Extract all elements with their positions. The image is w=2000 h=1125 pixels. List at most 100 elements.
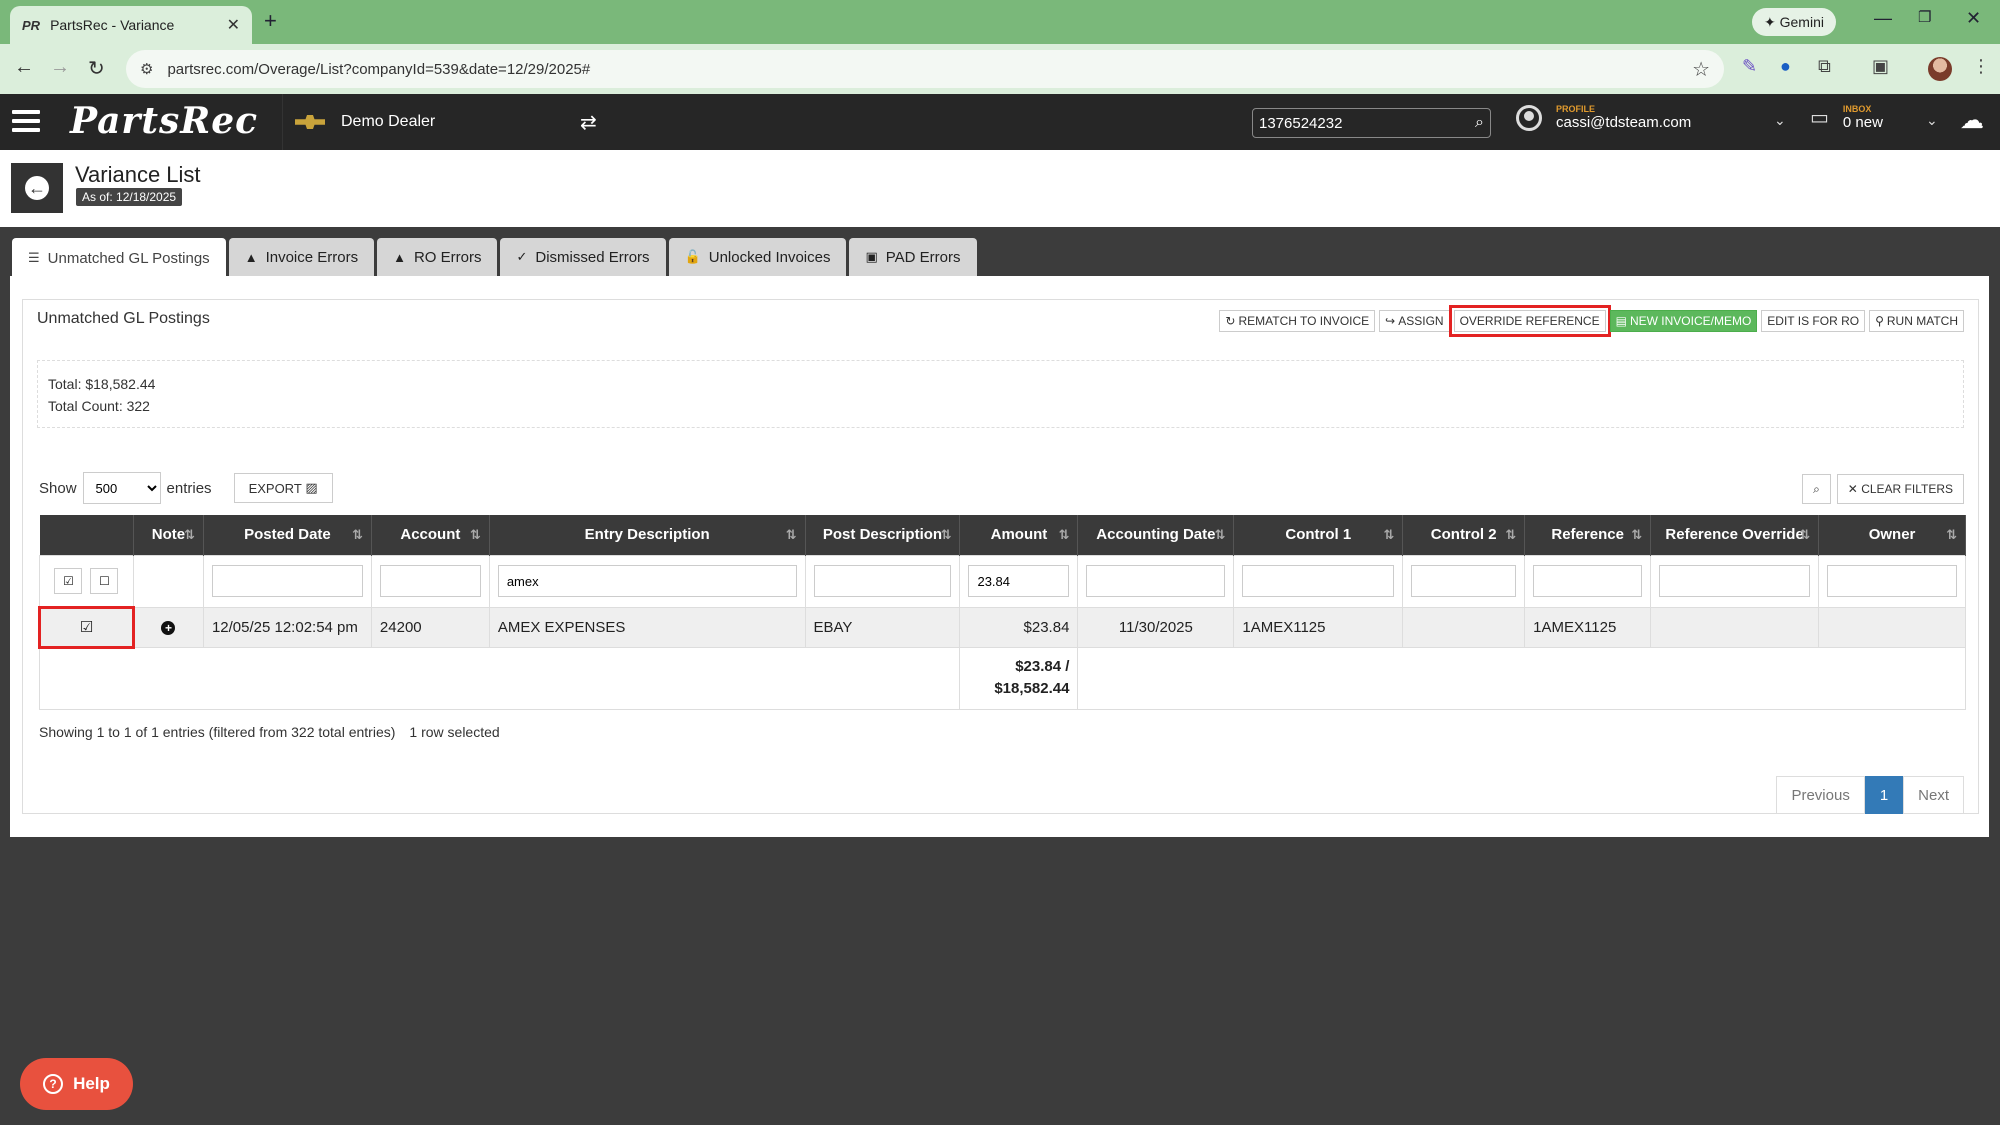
sort-icon: ⇅ [1631,527,1643,542]
inbox-icon: ▭ [1810,107,1829,129]
table-row[interactable]: ☑ + 12/05/25 12:02:54 pm 24200 AMEX EXPE… [38,605,1966,649]
column-header-control-2[interactable]: Control 2 ⇅ [1402,515,1526,555]
control-2-filter[interactable] [1411,565,1517,597]
new-tab-icon[interactable]: + [264,8,277,34]
assign-button[interactable]: ↪ ASSIGN [1379,310,1450,332]
page-header: ← Variance List As of: 12/18/2025 [0,150,2000,227]
next-page-button[interactable]: Next [1903,776,1964,814]
post-description-filter[interactable] [813,565,952,597]
partsrec-logo[interactable]: PartsRec [70,100,258,142]
tab-invoice-errors[interactable]: ▲ Invoice Errors [228,238,375,276]
search-icon[interactable]: ⌕ [1475,114,1484,132]
sparkle-icon: ✦ [1764,13,1780,30]
run-match-button[interactable]: ⚲ RUN MATCH [1869,310,1964,332]
add-note-icon[interactable]: + [161,620,176,635]
column-header-post-description[interactable]: Post Description ⇅ [805,515,961,555]
export-button[interactable]: EXPORT ▨ [233,473,333,503]
reload-icon[interactable]: ↻ [88,56,105,81]
column-header-account[interactable]: Account ⇅ [371,515,490,555]
column-header-reference[interactable]: Reference ⇅ [1524,515,1652,555]
forward-arrow-icon[interactable]: → [50,56,70,79]
back-arrow-icon[interactable]: ← [14,56,34,79]
page-title: Variance List [75,162,201,187]
browser-toolbar: ← → ↻ ⚙ partsrec.com/Overage/List?compan… [0,44,2000,94]
back-button[interactable]: ← [11,163,63,213]
column-header-amount[interactable]: Amount ⇅ [959,515,1079,555]
kebab-menu-icon[interactable]: ⋮ [1972,56,1990,77]
close-tab-icon[interactable]: ✕ [227,15,240,35]
column-header-note[interactable]: Note ⇅ [133,515,204,555]
clear-filters-button[interactable]: ✕ CLEAR FILTERS [1836,474,1964,504]
window-close-icon[interactable]: ✕ [1966,8,1981,29]
shuffle-icon[interactable]: ⇄ [580,110,597,135]
column-header-control-1[interactable]: Control 1 ⇅ [1233,515,1404,555]
reference-cell: 1AMEX1125 [1524,606,1652,648]
column-header-entry-description[interactable]: Entry Description ⇅ [489,515,806,555]
rematch-to-invoice-button[interactable]: ↻ REMATCH TO INVOICE [1219,310,1376,332]
site-info-icon[interactable]: ⚙ [140,60,153,78]
chevron-down-icon[interactable]: ⌄ [1926,112,1938,129]
extension-circle-icon[interactable]: ● [1780,56,1791,77]
address-bar[interactable]: ⚙ partsrec.com/Overage/List?companyId=53… [126,50,1724,88]
cloud-upload-icon[interactable]: ☁ [1960,106,1984,135]
post-description-filter-cell [804,554,961,608]
control-1-filter[interactable] [1242,565,1395,597]
reference-override-filter[interactable] [1659,565,1811,597]
column-header-owner[interactable]: Owner ⇅ [1818,515,1966,555]
warning-icon: ▲ [244,249,258,265]
tab-search-icon[interactable]: ▣ [1872,56,1889,77]
tab-dismissed-errors[interactable]: ✓ Dismissed Errors [500,238,666,276]
unmatched-gl-panel: Unmatched GL Postings ↻ REMATCH TO INVOIC… [22,299,1979,814]
help-button[interactable]: ? Help [20,1058,133,1110]
edit-is-for-ro-button[interactable]: EDIT IS FOR RO [1761,310,1866,332]
search-input[interactable] [1259,114,1476,132]
column-header-accounting-date[interactable]: Accounting Date ⇅ [1077,515,1235,555]
chevron-down-icon[interactable]: ⌄ [1774,112,1786,129]
tab-ro-errors[interactable]: ▲ RO Errors [377,238,498,276]
account-filter[interactable] [379,565,481,597]
select-none-checkbox[interactable]: ☐ [90,568,119,594]
column-header-reference-override[interactable]: Reference Override ⇅ [1650,515,1820,555]
entry-description-filter[interactable] [497,565,797,597]
row-select-cell[interactable]: ☑ [38,605,135,649]
override-reference-button[interactable]: OVERRIDE REFERENCE [1448,305,1611,337]
sort-icon: ⇅ [785,527,797,542]
browser-profile-avatar[interactable] [1928,57,1952,81]
accounting-date-cell: 11/30/2025 [1077,606,1235,648]
gemini-button[interactable]: ✦ Gemini [1752,8,1836,36]
entries-select[interactable]: 500 [82,472,161,504]
amount-filter[interactable] [968,565,1070,597]
tab-unmatched-gl-postings[interactable]: ☰ Unmatched GL Postings [12,238,226,278]
profile-menu[interactable]: PROFILE cassi@tdsteam.com [1516,104,1691,131]
column-header-posted-date[interactable]: Posted Date ⇅ [203,515,372,555]
column-header-select [39,515,134,555]
inbox-label: INBOX [1842,104,1872,114]
accounting-date-filter[interactable] [1086,565,1226,597]
restore-icon[interactable]: ❐ [1918,8,1931,26]
tab-pad-errors[interactable]: ▣ PAD Errors [849,238,977,276]
accounting-date-filter-cell [1077,554,1235,608]
minimize-icon[interactable]: — [1874,8,1892,29]
selection-highlight [38,605,135,649]
reference-filter[interactable] [1533,565,1643,597]
browser-tab[interactable]: PR PartsRec - Variance ✕ [10,6,252,44]
header-search: ⌕ [1252,108,1491,138]
overall-amount-total: $18,582.44 [994,680,1070,697]
previous-page-button[interactable]: Previous [1776,776,1865,814]
amount-summary-cell: $23.84 / $18,582.44 [959,646,1079,710]
owner-filter[interactable] [1827,565,1957,597]
close-icon: ✕ [1847,482,1862,496]
puzzle-extensions-icon[interactable]: ⧉ [1818,56,1831,77]
bookmark-star-icon[interactable]: ☆ [1692,57,1710,82]
pen-extension-icon[interactable]: ✎ [1742,56,1757,77]
page-1-button[interactable]: 1 [1864,776,1904,814]
inbox-menu[interactable]: ▭ INBOX 0 new [1810,104,1883,131]
amount-cell: $23.84 [959,606,1079,648]
select-all-checkbox[interactable]: ☑ [54,568,83,594]
dealer-selector[interactable]: Demo Dealer [282,94,612,150]
new-invoice-memo-button[interactable]: ▤ NEW INVOICE/MEMO [1609,310,1758,332]
tab-unlocked-invoices[interactable]: 🔓 Unlocked Invoices [668,238,847,276]
posted-date-filter[interactable] [211,565,363,597]
table-search-button[interactable]: ⌕ [1802,474,1831,504]
hamburger-menu-icon[interactable] [12,110,40,132]
